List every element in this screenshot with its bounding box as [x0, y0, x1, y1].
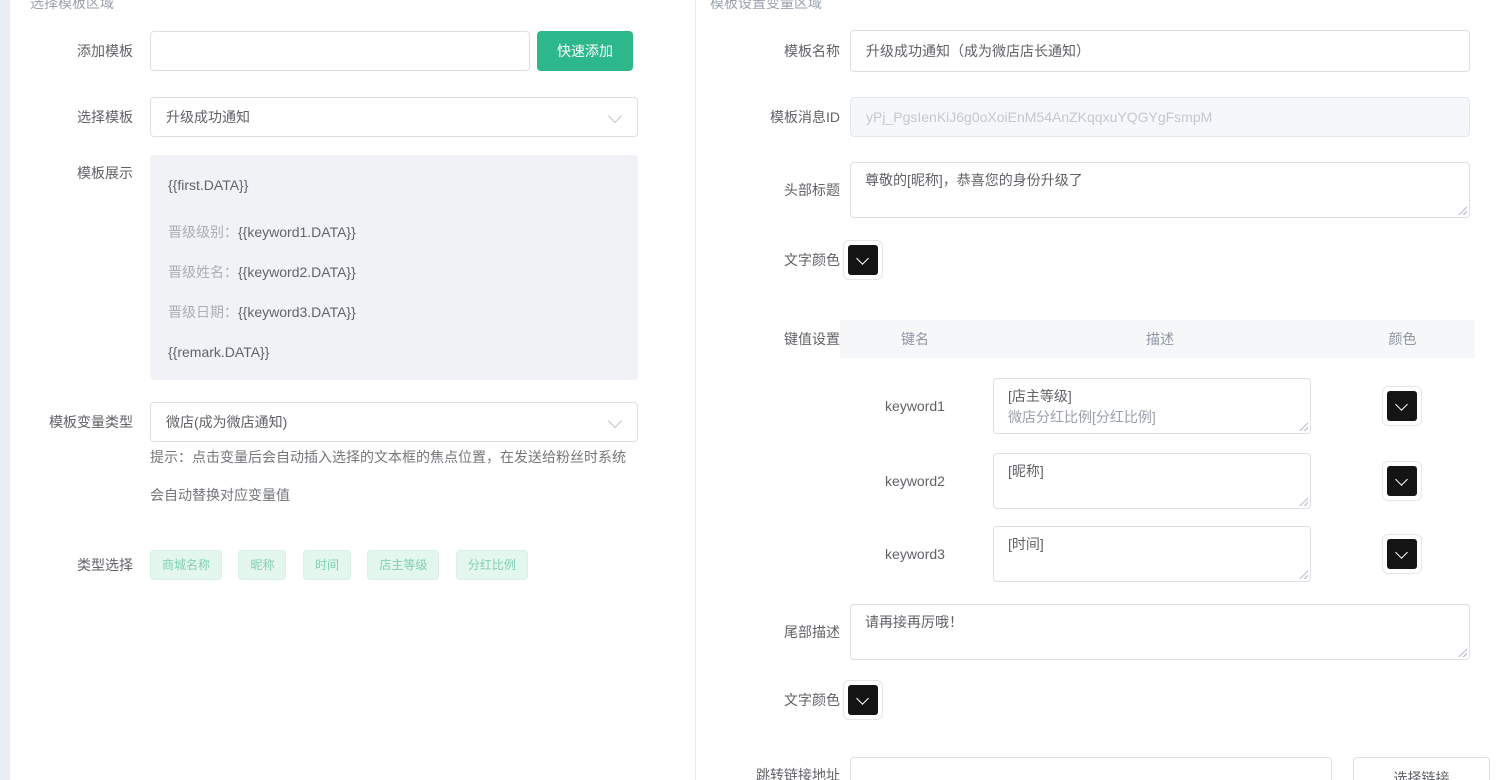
- footer-desc-textarea[interactable]: 请再接再厉哦！: [850, 604, 1470, 660]
- select-template-dropdown[interactable]: 升级成功通知: [150, 97, 638, 137]
- template-preview-box: {{first.DATA}} 晋级级别：{{keyword1.DATA}} 晋级…: [150, 155, 638, 380]
- chevron-down-icon: [608, 109, 622, 123]
- select-template-value: 升级成功通知: [166, 109, 250, 125]
- kv-settings-label: 键值设置: [700, 320, 840, 358]
- template-name-input[interactable]: [850, 30, 1470, 72]
- kv-row-key: keyword3: [840, 526, 990, 582]
- kv-row-desc-textarea[interactable]: [昵称]: [993, 453, 1311, 509]
- tag-mall-name[interactable]: 商城名称: [150, 550, 222, 580]
- preview-line: {{first.DATA}}: [168, 173, 248, 197]
- template-preview-label: 模板展示: [20, 163, 133, 183]
- header-title-textarea[interactable]: 尊敬的[昵称]，恭喜您的身份升级了: [850, 162, 1470, 218]
- color-swatch: [848, 685, 878, 715]
- kv-row-key: keyword1: [840, 378, 990, 434]
- kv-row-desc-textarea[interactable]: [店主等级] 微店分红比例[分红比例]: [993, 378, 1311, 434]
- type-select-label: 类型选择: [20, 550, 133, 580]
- kv-row-color-picker[interactable]: [1382, 461, 1422, 501]
- template-msg-id-input: [850, 97, 1470, 137]
- variable-type-dropdown[interactable]: 微店(成为微店通知): [150, 402, 638, 442]
- kv-header-desc: 描述: [990, 329, 1330, 349]
- preview-line: 晋级姓名：{{keyword2.DATA}}: [168, 260, 356, 284]
- kv-row-key: keyword2: [840, 453, 990, 509]
- kv-header-key: 键名: [840, 329, 990, 349]
- chevron-down-icon: [608, 414, 622, 428]
- resize-corner-icon[interactable]: [1299, 497, 1308, 506]
- right-section-title: 模板设置变量区域: [710, 0, 822, 13]
- color-swatch: [1387, 466, 1417, 496]
- text-color-top-picker[interactable]: [843, 240, 883, 280]
- footer-desc-label: 尾部描述: [700, 604, 840, 660]
- resize-corner-icon[interactable]: [1458, 648, 1467, 657]
- kv-table-header: 键名 描述 颜色: [840, 320, 1475, 358]
- color-swatch: [1387, 539, 1417, 569]
- variable-type-value: 微店(成为微店通知): [166, 414, 287, 430]
- variable-hint-line1: 提示：点击变量后会自动插入选择的文本框的焦点位置，在发送给粉丝时系统: [150, 447, 626, 467]
- kv-row-desc-textarea[interactable]: [时间]: [993, 526, 1311, 582]
- page-left-edge: [0, 0, 10, 780]
- resize-corner-icon[interactable]: [1458, 206, 1467, 215]
- chevron-down-icon: [856, 692, 869, 705]
- chevron-down-icon: [856, 252, 869, 265]
- kv-header-color: 颜色: [1330, 329, 1475, 349]
- tag-dividend-ratio[interactable]: 分红比例: [456, 550, 528, 580]
- variable-hint-line2: 会自动替换对应变量值: [150, 485, 290, 505]
- tag-nickname[interactable]: 昵称: [238, 550, 286, 580]
- resize-corner-icon[interactable]: [1299, 570, 1308, 579]
- left-section-title: 选择模板区域: [30, 0, 114, 13]
- header-title-label: 头部标题: [700, 162, 840, 218]
- add-template-label: 添加模板: [20, 31, 133, 71]
- preview-line: 晋级日期：{{keyword3.DATA}}: [168, 300, 356, 324]
- panel-divider: [695, 0, 696, 780]
- chevron-down-icon: [1395, 473, 1408, 486]
- template-message-settings-page: 选择模板区域 添加模板 快速添加 选择模板 升级成功通知 模板展示 {{firs…: [0, 0, 1511, 780]
- template-name-label: 模板名称: [700, 30, 840, 72]
- quick-add-button[interactable]: 快速添加: [537, 31, 633, 71]
- add-template-input[interactable]: [150, 31, 530, 71]
- tag-owner-level[interactable]: 店主等级: [367, 550, 439, 580]
- chevron-down-icon: [1395, 398, 1408, 411]
- type-tags-row: 商城名称 昵称 时间 店主等级 分红比例: [150, 550, 540, 580]
- variable-type-label: 模板变量类型: [20, 402, 133, 442]
- select-template-label: 选择模板: [20, 97, 133, 137]
- color-swatch: [848, 245, 878, 275]
- select-link-button[interactable]: 选择链接: [1353, 757, 1490, 780]
- kv-row-color-picker[interactable]: [1382, 534, 1422, 574]
- resize-corner-icon[interactable]: [1299, 422, 1308, 431]
- text-color-bottom-label: 文字颜色: [700, 680, 840, 720]
- text-color-bottom-picker[interactable]: [843, 680, 883, 720]
- kv-row-color-picker[interactable]: [1382, 386, 1422, 426]
- text-color-top-label: 文字颜色: [700, 240, 840, 280]
- preview-line: 晋级级别：{{keyword1.DATA}}: [168, 220, 356, 244]
- preview-line: {{remark.DATA}}: [168, 340, 269, 364]
- tag-time[interactable]: 时间: [303, 550, 351, 580]
- template-msg-id-label: 模板消息ID: [700, 97, 840, 137]
- color-swatch: [1387, 391, 1417, 421]
- chevron-down-icon: [1395, 546, 1408, 559]
- jump-link-label: 跳转链接地址: [700, 757, 840, 780]
- jump-link-input[interactable]: [850, 757, 1332, 780]
